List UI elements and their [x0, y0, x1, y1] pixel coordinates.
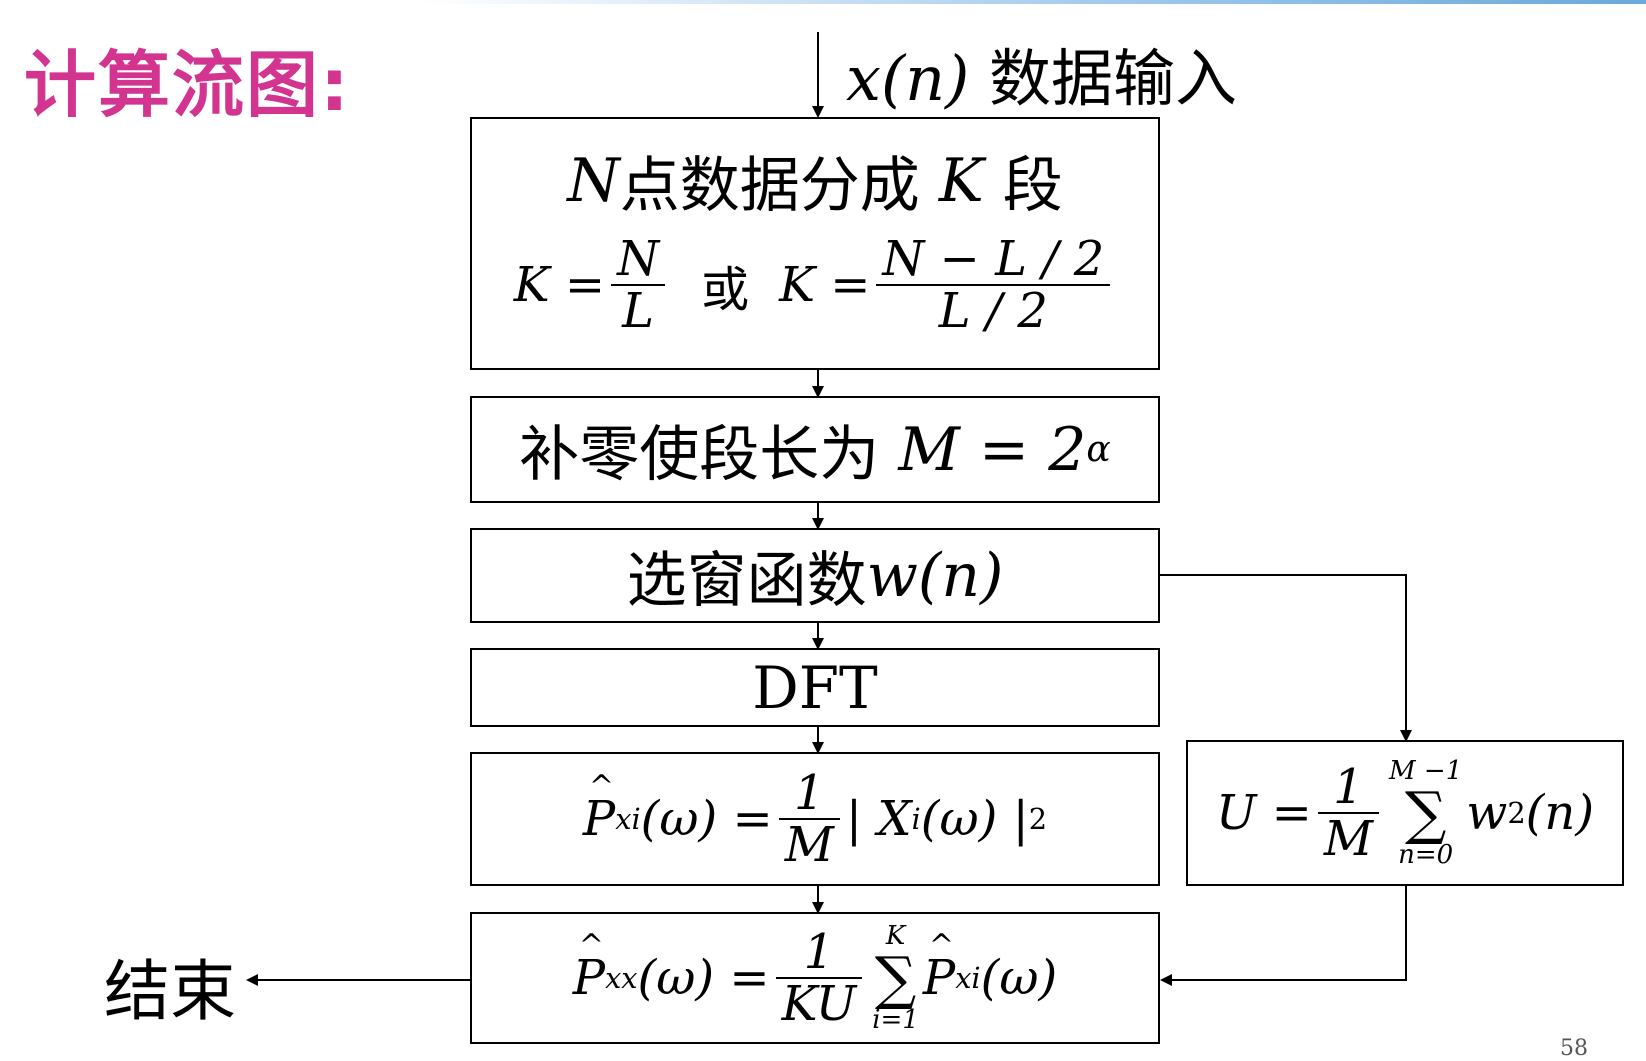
k-formula1-num: N — [617, 231, 660, 287]
energy-num: 1 — [1333, 758, 1364, 815]
psd-p: P — [573, 928, 605, 1006]
input-label: x(n) 数据输入 — [846, 28, 1237, 118]
periodogram-lhs-rest: (ω) = — [640, 791, 773, 847]
segment-n: N — [567, 145, 620, 216]
end-label: 结束 — [104, 953, 236, 1030]
psd-term-rest: (ω) — [980, 950, 1058, 1006]
dft-text: DFT — [752, 653, 878, 722]
periodogram-sub: xi — [615, 802, 641, 836]
zero-pad-formula: M = 2 — [898, 414, 1087, 485]
input-text: 数据输入 — [989, 42, 1238, 115]
page-number: 58 — [1560, 1036, 1588, 1061]
periodogram-rhs-sub: i — [911, 802, 921, 836]
k-formula1-den: L — [622, 283, 654, 340]
energy-frac: 1 M — [1317, 758, 1380, 867]
psd-term-sub: xi — [955, 961, 981, 995]
psd-term-p: P — [923, 928, 955, 1006]
energy-term-rest: (n) — [1525, 785, 1595, 841]
k-formula2-frac: N − L / 2 L / 2 — [876, 231, 1111, 340]
k-formula2-lhs: K = — [779, 257, 871, 314]
sigma-icon: ∑ — [1404, 779, 1447, 847]
psd-den: KU — [781, 976, 857, 1032]
k-formulas: K = N L 或 K = N − L / 2 L / 2 — [472, 234, 1158, 337]
segment-text-b: 段 — [1002, 151, 1063, 221]
or-text: 或 — [701, 262, 750, 319]
k-formula1-frac: N L — [611, 231, 666, 340]
psd-sum-bot: i=1 — [872, 1005, 919, 1035]
energy-term: w — [1466, 785, 1508, 841]
energy-den: M — [1323, 811, 1374, 867]
k-formula2-num: N − L / 2 — [882, 231, 1105, 287]
psd-estimate-box: Pxx (ω) = 1 KU K ∑ i=1 Pxi(ω) — [470, 912, 1160, 1044]
arrow-u-to-pxx — [1160, 886, 1407, 986]
periodogram-rhs: | X — [845, 791, 912, 847]
psd-sum: K ∑ i=1 — [872, 923, 919, 1033]
periodogram-p: P — [583, 769, 615, 847]
segment-box: N 点数据分成 K 段 K = N L 或 K = N − L / 2 L / 2 — [470, 117, 1160, 370]
segment-text-a: 点数据分成 — [619, 151, 920, 221]
k-formula2-den: L / 2 — [938, 283, 1048, 340]
window-box: 选窗函数 w(n) — [470, 528, 1160, 623]
zero-pad-exp: α — [1086, 429, 1111, 470]
periodogram-num: 1 — [794, 764, 825, 821]
energy-sum: M −1 ∑ n=0 — [1389, 758, 1462, 868]
segment-k: K — [938, 145, 984, 216]
input-var: x(n) — [846, 42, 970, 115]
zero-pad-text: 补零使段长为 — [519, 420, 880, 490]
k-formula1-lhs: K = — [513, 257, 606, 314]
psd-frac: 1 KU — [775, 923, 863, 1032]
sigma-icon: ∑ — [874, 944, 917, 1012]
segment-line: N 点数据分成 K 段 — [472, 137, 1158, 224]
dft-box: DFT — [470, 648, 1160, 727]
arrow-window-to-u — [1160, 574, 1412, 742]
window-energy-box: U = 1 M M −1 ∑ n=0 w 2 (n) — [1186, 740, 1624, 886]
periodogram-box: Pxi (ω) = 1 M | Xi(ω) |2 — [470, 752, 1160, 886]
periodogram-rhs-rest: (ω) | — [920, 791, 1029, 847]
window-text: 选窗函数 — [626, 546, 867, 616]
energy-lhs: U = — [1215, 785, 1312, 841]
periodogram-frac: 1 M — [778, 764, 840, 873]
periodogram-den: M — [784, 817, 834, 873]
energy-term-sup: 2 — [1507, 796, 1526, 830]
window-formula: w(n) — [866, 540, 1004, 611]
periodogram-rhs-sup: 2 — [1028, 802, 1048, 836]
zero-pad-box: 补零使段长为 M = 2α — [470, 396, 1160, 503]
energy-sum-bot: n=0 — [1398, 840, 1454, 870]
psd-lhs-rest: (ω) = — [637, 950, 770, 1006]
psd-sub: xx — [605, 961, 638, 995]
psd-num: 1 — [803, 923, 835, 980]
